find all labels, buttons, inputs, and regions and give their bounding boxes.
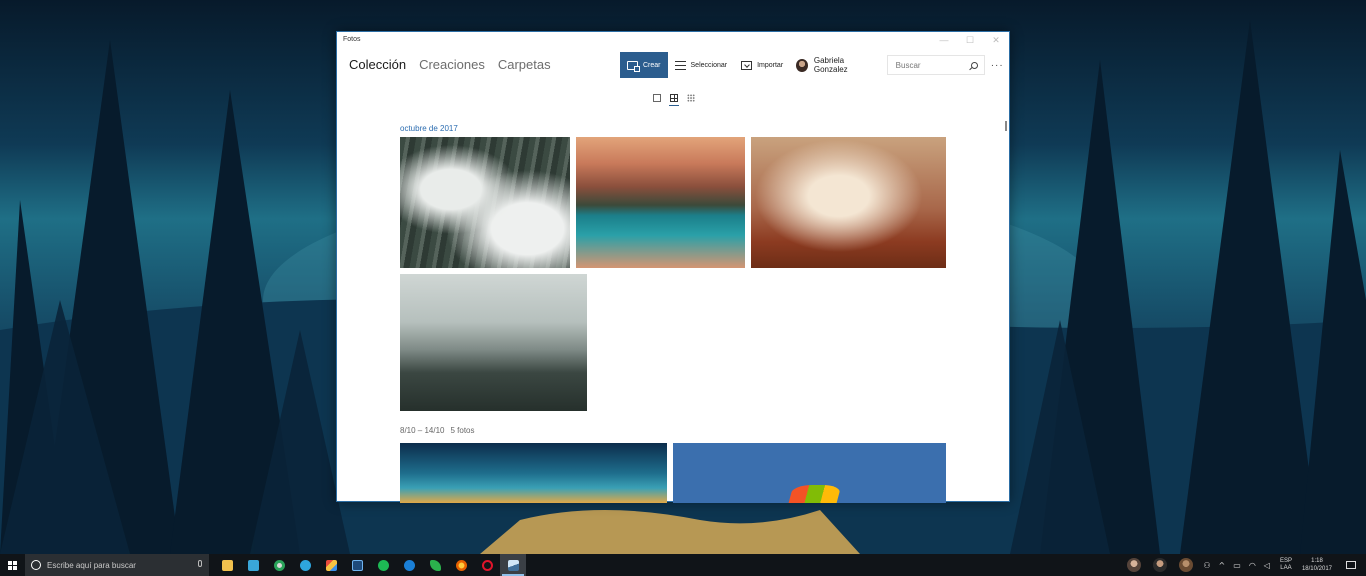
chrome-icon bbox=[273, 559, 285, 571]
importar-label: Importar bbox=[757, 61, 784, 69]
keyboard-layout: LAA bbox=[1280, 565, 1292, 571]
search-placeholder: Buscar bbox=[895, 60, 921, 70]
taskbar-search-placeholder: Escribe aquí para buscar bbox=[47, 560, 136, 570]
photo-thumbnail-windows-logo[interactable] bbox=[673, 443, 946, 503]
search-icon[interactable] bbox=[971, 61, 979, 69]
edge-icon bbox=[403, 559, 415, 571]
people-icon[interactable]: ⚇ bbox=[1203, 561, 1210, 570]
view-size-toggles bbox=[653, 94, 695, 106]
clock-time: 1:18 bbox=[1311, 558, 1323, 564]
battery-icon[interactable]: ▭ bbox=[1233, 561, 1241, 570]
contact-avatar[interactable] bbox=[1127, 558, 1142, 572]
contact-avatar[interactable] bbox=[1179, 558, 1194, 572]
taskbar-opera[interactable] bbox=[474, 554, 500, 576]
language-code: ESP bbox=[1279, 558, 1292, 564]
taskbar-search-box[interactable]: Escribe aquí para buscar bbox=[25, 554, 209, 576]
taskbar-firefox[interactable] bbox=[448, 554, 474, 576]
search-input[interactable]: Buscar bbox=[886, 55, 986, 75]
tab-coleccion[interactable]: Colección bbox=[349, 57, 406, 72]
window-controls: — ☐ ✕ bbox=[931, 32, 1009, 48]
photos-icon bbox=[507, 559, 519, 571]
photoshop-icon bbox=[351, 559, 363, 571]
clock[interactable]: 1:18 18/10/2017 bbox=[1302, 557, 1332, 573]
taskbar-paint[interactable] bbox=[318, 554, 344, 576]
photo-thumbnail-mountain-lake[interactable] bbox=[576, 137, 745, 268]
maximize-button[interactable]: ☐ bbox=[957, 32, 983, 48]
volume-icon[interactable]: ◁ bbox=[1264, 561, 1270, 570]
crear-button[interactable]: Crear bbox=[620, 52, 668, 78]
title-bar: Fotos — ☐ ✕ bbox=[337, 32, 1009, 48]
photo-thumbnail-forest-wallpaper[interactable] bbox=[400, 443, 667, 503]
section-title: octubre de 2017 bbox=[400, 124, 458, 133]
taskbar-store[interactable] bbox=[240, 554, 266, 576]
small-grid-icon[interactable] bbox=[687, 94, 695, 102]
medium-grid-icon[interactable] bbox=[669, 94, 679, 106]
seleccionar-button[interactable]: Seleccionar bbox=[668, 52, 735, 78]
windows-logo-icon bbox=[8, 560, 17, 570]
avatar bbox=[796, 58, 808, 72]
user-account-button[interactable]: Gabriela Gonzalez bbox=[790, 52, 881, 78]
spotify-icon bbox=[377, 559, 389, 571]
input-language[interactable]: ESP LAA bbox=[1280, 558, 1292, 572]
scrollbar-thumb[interactable] bbox=[1005, 121, 1007, 131]
large-view-icon[interactable] bbox=[653, 94, 661, 102]
taskbar-photos[interactable] bbox=[500, 554, 526, 576]
section-header-october[interactable]: octubre de 2017 bbox=[400, 124, 458, 133]
contact-avatar[interactable] bbox=[1153, 558, 1168, 572]
wifi-icon[interactable]: ◠ bbox=[1249, 561, 1256, 570]
cortana-icon bbox=[31, 560, 41, 570]
firefox-icon bbox=[455, 559, 467, 571]
chevron-up-icon[interactable]: ^ bbox=[1219, 561, 1226, 570]
pinned-apps bbox=[214, 554, 526, 576]
create-icon bbox=[627, 60, 640, 72]
taskbar-photoshop-express[interactable] bbox=[344, 554, 370, 576]
tab-creaciones[interactable]: Creaciones bbox=[419, 57, 485, 72]
close-button[interactable]: ✕ bbox=[983, 32, 1009, 48]
photos-app-window: Fotos — ☐ ✕ Colección Creaciones Carpeta… bbox=[336, 31, 1010, 503]
microphone-icon[interactable] bbox=[198, 560, 202, 567]
tab-carpetas[interactable]: Carpetas bbox=[498, 57, 551, 72]
more-options-button[interactable]: ··· bbox=[985, 60, 1009, 71]
taskbar-edge[interactable] bbox=[396, 554, 422, 576]
import-icon bbox=[741, 60, 753, 70]
toolbar: Crear Seleccionar Importar Gabriela Gonz… bbox=[620, 52, 1009, 78]
taskbar-chrome[interactable] bbox=[266, 554, 292, 576]
section-title: 8/10 – 14/10 bbox=[400, 426, 445, 435]
crear-label: Crear bbox=[643, 61, 661, 69]
minimize-button[interactable]: — bbox=[931, 32, 957, 48]
importar-button[interactable]: Importar bbox=[734, 52, 790, 78]
taskbar-telegram[interactable] bbox=[292, 554, 318, 576]
taskbar-file-explorer[interactable] bbox=[214, 554, 240, 576]
feedly-icon bbox=[429, 559, 441, 571]
select-list-icon bbox=[674, 60, 686, 70]
taskbar-feedly[interactable] bbox=[422, 554, 448, 576]
seleccionar-label: Seleccionar bbox=[690, 61, 728, 69]
section-count: 5 fotos bbox=[450, 426, 475, 435]
taskbar: Escribe aquí para buscar ⚇ ^ ▭ ◠ ◁ ESP L… bbox=[0, 554, 1366, 576]
section-header-week[interactable]: 8/10 – 14/10 5 fotos bbox=[400, 426, 475, 435]
user-name: Gabriela Gonzalez bbox=[813, 56, 848, 74]
start-button[interactable] bbox=[0, 554, 25, 576]
photo-thumbnail-autumn-path[interactable] bbox=[751, 137, 946, 268]
app-title: Fotos bbox=[343, 36, 361, 43]
paint-icon bbox=[325, 559, 337, 571]
folder-icon bbox=[221, 559, 233, 571]
telegram-icon bbox=[299, 559, 311, 571]
nav-bar: Colección Creaciones Carpetas Crear Sele… bbox=[337, 52, 1009, 78]
photo-thumbnail-foggy-forest[interactable] bbox=[400, 137, 570, 268]
store-icon bbox=[247, 559, 259, 571]
opera-icon bbox=[481, 559, 493, 571]
notification-center-icon[interactable] bbox=[1346, 561, 1356, 569]
taskbar-spotify[interactable] bbox=[370, 554, 396, 576]
photo-thumbnail-misty-hills[interactable] bbox=[400, 274, 587, 411]
clock-date: 18/10/2017 bbox=[1301, 566, 1332, 572]
tab-list: Colección Creaciones Carpetas bbox=[349, 57, 551, 72]
system-tray: ⚇ ^ ▭ ◠ ◁ ESP LAA 1:18 18/10/2017 bbox=[1121, 554, 1366, 576]
